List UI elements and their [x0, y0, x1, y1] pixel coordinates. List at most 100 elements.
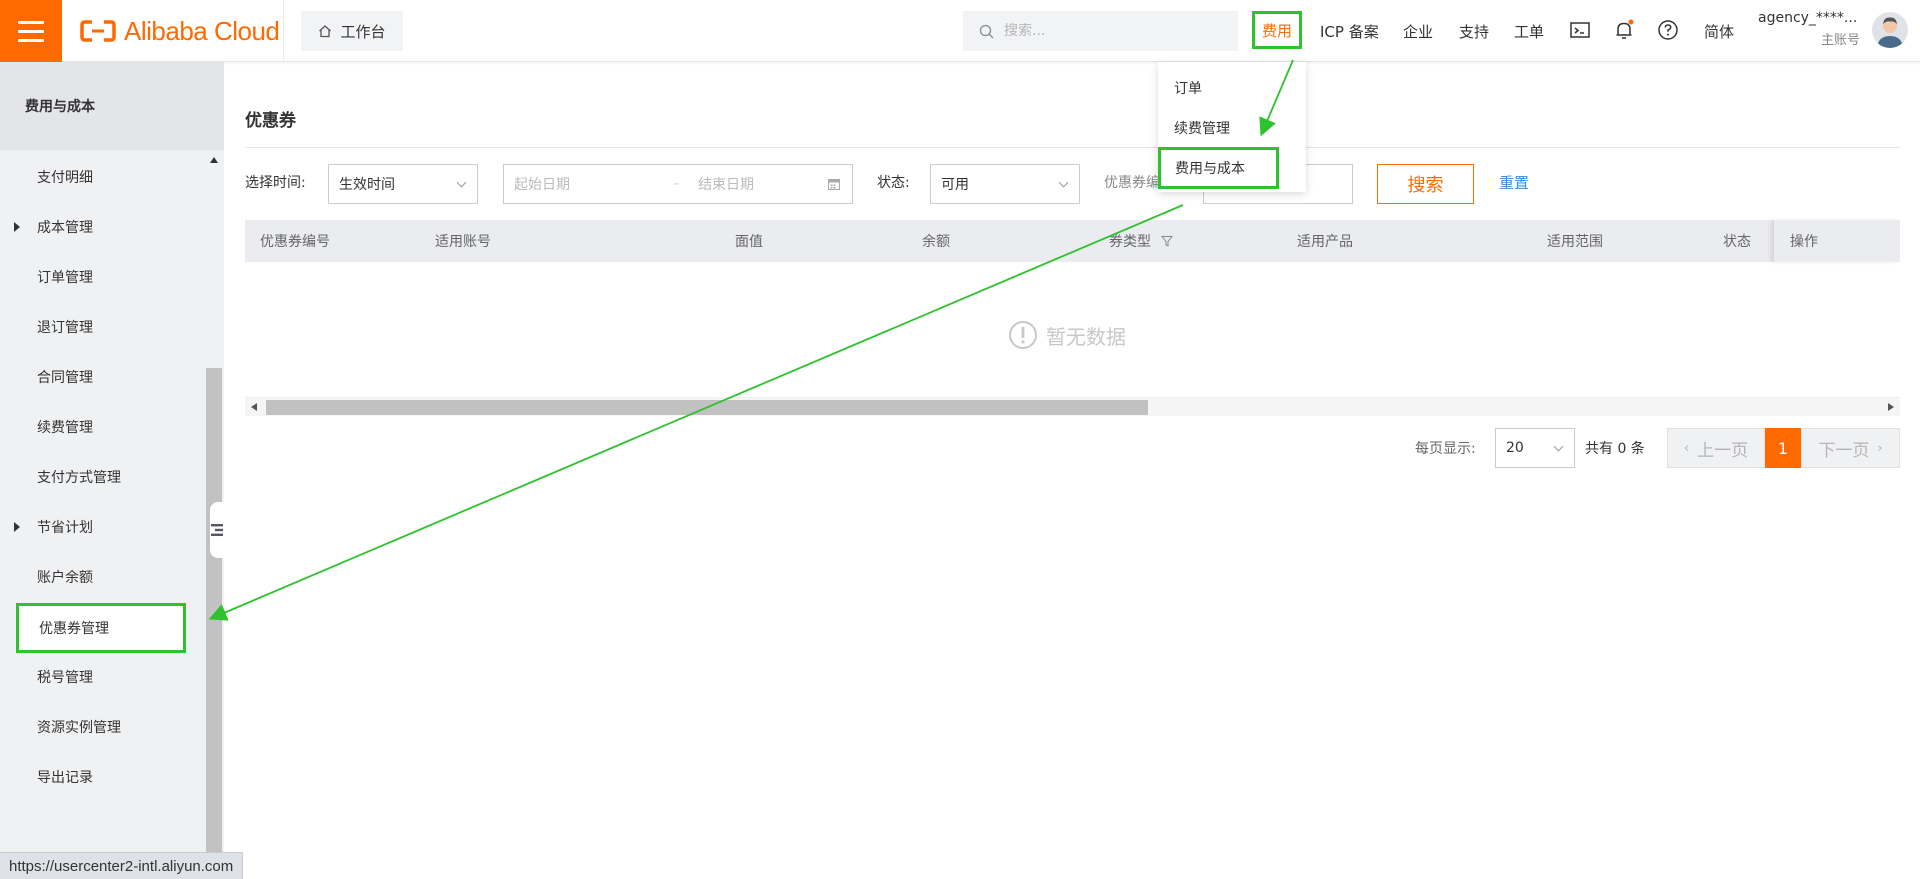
chevron-down-icon [1553, 441, 1564, 452]
current-page-button[interactable]: 1 [1765, 428, 1801, 468]
search-icon [979, 24, 994, 38]
sidebar: 费用与成本 支付明细 成本管理 订单管理 退订管理 合同管理 续费管理 支付方式… [0, 62, 224, 879]
sidebar-item-resource-instances[interactable]: 资源实例管理 [0, 702, 206, 752]
prev-page-button[interactable]: ‹ 上一页 [1667, 428, 1765, 468]
global-search[interactable] [963, 11, 1238, 51]
column-header-product: 适用产品 [1297, 234, 1353, 250]
next-page-button[interactable]: 下一页 › [1801, 428, 1900, 468]
nav-ticket[interactable]: 工单 [1514, 0, 1544, 62]
column-header-coupon-type[interactable]: 券类型 [1109, 220, 1173, 262]
info-icon [1009, 321, 1037, 349]
calendar-icon [828, 179, 840, 190]
search-input[interactable] [1004, 23, 1204, 39]
logo-text: Alibaba Cloud [124, 15, 280, 46]
column-header-account: 适用账号 [435, 234, 491, 250]
next-page-label: 下一页 [1818, 440, 1870, 461]
empty-text: 暂无数据 [1046, 324, 1126, 349]
page-size-label: 每页显示: [1415, 441, 1476, 457]
chevron-left-icon: ‹ [1683, 440, 1690, 456]
bell-icon[interactable] [1612, 18, 1636, 42]
column-header-coupon-id: 优惠券编号 [260, 234, 330, 250]
menu-line [18, 20, 44, 24]
column-header-status: 状态 [1723, 234, 1751, 250]
workbench-button[interactable]: 工作台 [301, 11, 403, 51]
nav-support-label: 支持 [1459, 22, 1490, 41]
sidebar-item-label: 成本管理 [37, 220, 93, 236]
hamburger-menu-button[interactable] [0, 0, 62, 62]
workbench-label: 工作台 [340, 22, 386, 41]
column-header-face-value: 面值 [735, 234, 763, 250]
sidebar-item-label: 支付方式管理 [37, 470, 121, 486]
account-info[interactable]: agency_****... 主账号 [1758, 10, 1860, 48]
time-type-value: 生效时间 [339, 177, 395, 193]
scroll-left-arrow-icon[interactable] [251, 403, 257, 411]
status-url: https://usercenter2-intl.aliyun.com [0, 852, 244, 879]
end-date-placeholder[interactable]: 结束日期 [698, 174, 754, 194]
title-divider [245, 147, 1900, 148]
column-header-actions: 操作 [1773, 220, 1900, 262]
sidebar-item-payment-details[interactable]: 支付明细 [0, 152, 206, 202]
nav-enterprise[interactable]: 企业 [1403, 0, 1433, 62]
avatar[interactable] [1872, 12, 1908, 48]
menu-line [18, 29, 44, 33]
expand-caret-icon [14, 222, 20, 232]
sidebar-item-tax-id[interactable]: 税号管理 [0, 652, 206, 702]
nav-ticket-label: 工单 [1514, 22, 1545, 41]
sidebar-collapse-handle[interactable] [210, 502, 224, 558]
sidebar-item-export-records[interactable]: 导出记录 [0, 752, 206, 802]
terminal-icon[interactable] [1568, 18, 1592, 42]
dropdown-item-orders[interactable]: 订单 [1174, 78, 1202, 98]
prev-page-label: 上一页 [1697, 440, 1749, 461]
table-scrollbar-thumb[interactable] [266, 400, 1148, 415]
time-filter-label: 选择时间: [245, 175, 306, 191]
alibaba-cloud-logo[interactable]: Alibaba Cloud [80, 14, 280, 48]
sidebar-item-contracts[interactable]: 合同管理 [0, 352, 206, 402]
sidebar-item-coupon-management[interactable]: 优惠券管理 [16, 603, 186, 653]
nav-support[interactable]: 支持 [1459, 0, 1489, 62]
nav-language[interactable]: 简体 [1704, 0, 1734, 62]
nav-fee[interactable]: 费用 [1252, 11, 1302, 49]
total-count: 共有 0 条 [1585, 441, 1645, 457]
sidebar-item-savings-plan[interactable]: 节省计划 [0, 502, 206, 552]
sidebar-item-payment-methods[interactable]: 支付方式管理 [0, 452, 206, 502]
nav-fee-label: 费用 [1261, 21, 1292, 40]
sidebar-item-label: 账户余额 [37, 570, 93, 586]
filter-icon[interactable] [1161, 235, 1173, 247]
sidebar-item-label: 订单管理 [37, 270, 93, 286]
scroll-up-arrow-icon[interactable] [210, 157, 218, 163]
sidebar-item-unsubscribe[interactable]: 退订管理 [0, 302, 206, 352]
nav-language-label: 简体 [1704, 22, 1735, 41]
time-type-select[interactable]: 生效时间 [328, 164, 478, 204]
chevron-down-icon [456, 177, 467, 188]
sidebar-scrollbar-thumb[interactable] [206, 368, 222, 879]
sidebar-item-label: 合同管理 [37, 370, 93, 386]
scroll-right-arrow-icon[interactable] [1888, 403, 1894, 411]
sidebar-item-label: 退订管理 [37, 320, 93, 336]
reset-link[interactable]: 重置 [1499, 172, 1529, 193]
search-button[interactable]: 搜索 [1377, 164, 1474, 204]
help-icon[interactable] [1656, 18, 1680, 42]
page-size-select[interactable]: 20 [1495, 428, 1575, 468]
page-title: 优惠券 [245, 111, 296, 131]
nav-icp[interactable]: ICP 备案 [1320, 0, 1379, 62]
date-range-picker[interactable]: 起始日期 - 结束日期 [503, 164, 853, 204]
start-date-placeholder[interactable]: 起始日期 [514, 174, 570, 194]
sidebar-item-account-balance[interactable]: 账户余额 [0, 552, 206, 602]
status-select[interactable]: 可用 [930, 164, 1080, 204]
column-header-label: 券类型 [1109, 234, 1151, 250]
status-filter-label: 状态: [877, 175, 910, 191]
sidebar-title: 费用与成本 [0, 62, 224, 150]
sidebar-item-orders[interactable]: 订单管理 [0, 252, 206, 302]
date-separator: - [674, 176, 680, 192]
sidebar-item-label: 税号管理 [37, 670, 93, 686]
sidebar-item-renewals[interactable]: 续费管理 [0, 402, 206, 452]
coupon-id-label: 优惠券编 [1104, 175, 1160, 191]
empty-state: 暂无数据 [1008, 320, 1126, 350]
dropdown-item-renewals[interactable]: 续费管理 [1174, 118, 1230, 138]
dropdown-item-fee-and-cost[interactable]: 费用与成本 [1158, 147, 1279, 189]
sidebar-item-cost-management[interactable]: 成本管理 [0, 202, 206, 252]
status-value: 可用 [941, 177, 969, 193]
sidebar-item-label: 优惠券管理 [39, 621, 109, 637]
top-navigation-bar: Alibaba Cloud 工作台 费用 ICP 备案 企业 支持 工单 简体 … [0, 0, 1920, 62]
account-name: agency_****... [1758, 10, 1858, 26]
